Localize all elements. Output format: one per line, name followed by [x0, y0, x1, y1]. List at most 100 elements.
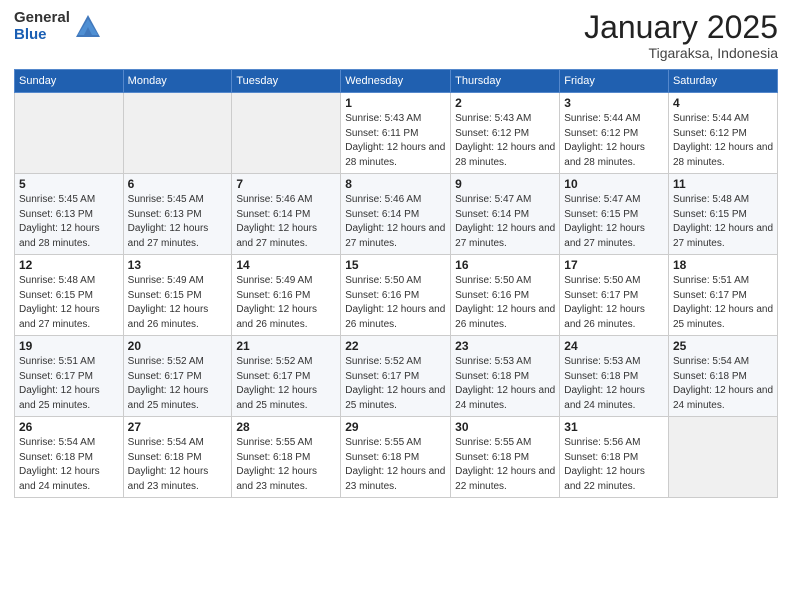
logo: General Blue — [14, 10, 102, 43]
day-info: Sunrise: 5:46 AM Sunset: 6:14 PM Dayligh… — [345, 193, 446, 251]
day-number: 4 — [673, 96, 773, 110]
day-info: Sunrise: 5:53 AM Sunset: 6:18 PM Dayligh… — [455, 355, 555, 413]
day-number: 13 — [128, 258, 228, 272]
day-number: 12 — [19, 258, 119, 272]
calendar-cell — [123, 93, 232, 174]
day-info: Sunrise: 5:55 AM Sunset: 6:18 PM Dayligh… — [345, 436, 446, 494]
calendar-cell: 28Sunrise: 5:55 AM Sunset: 6:18 PM Dayli… — [232, 417, 341, 498]
calendar-cell: 24 Sunrise: 5:53 AM Sunset: 6:18 PM Dayli… — [560, 336, 669, 417]
day-number: 8 — [345, 177, 446, 191]
calendar-cell: 7 Sunrise: 5:46 AM Sunset: 6:14 PM Daylig… — [232, 174, 341, 255]
day-number: 29 — [345, 420, 446, 434]
day-info: Sunrise: 5:48 AM Sunset: 6:15 PM Dayligh… — [673, 193, 773, 251]
calendar-cell: 15 Sunrise: 5:50 AM Sunset: 6:16 PM Dayli… — [341, 255, 451, 336]
day-info: Sunrise: 5:44 AM Sunset: 6:12 PM Dayligh… — [564, 112, 664, 170]
calendar-cell: 12Sunrise: 5:48 AM Sunset: 6:15 PM Dayli… — [15, 255, 124, 336]
day-number: 30 — [455, 420, 555, 434]
calendar-cell: 2 Sunrise: 5:43 AM Sunset: 6:12 PM Daylig… — [451, 93, 560, 174]
day-info: Sunrise: 5:50 AM Sunset: 6:16 PM Dayligh… — [455, 274, 555, 332]
weekday-header-row: SundayMondayTuesdayWednesdayThursdayFrid… — [15, 70, 778, 93]
day-number: 6 — [128, 177, 228, 191]
calendar-cell: 5 Sunrise: 5:45 AM Sunset: 6:13 PM Daylig… — [15, 174, 124, 255]
day-number: 15 — [345, 258, 446, 272]
weekday-header-thursday: Thursday — [451, 70, 560, 93]
weekday-header-saturday: Saturday — [668, 70, 777, 93]
day-info: Sunrise: 5:43 AM Sunset: 6:11 PM Dayligh… — [345, 112, 446, 170]
day-number: 31 — [564, 420, 664, 434]
title-block: January 2025 Tigaraksa, Indonesia — [584, 10, 778, 61]
calendar-cell: 1Sunrise: 5:43 AM Sunset: 6:11 PM Daylig… — [341, 93, 451, 174]
calendar-cell: 18 Sunrise: 5:51 AM Sunset: 6:17 PM Dayli… — [668, 255, 777, 336]
day-number: 19 — [19, 339, 119, 353]
day-number: 16 — [455, 258, 555, 272]
day-info: Sunrise: 5:44 AM Sunset: 6:12 PM Dayligh… — [673, 112, 773, 170]
calendar-cell: 22Sunrise: 5:52 AM Sunset: 6:17 PM Dayli… — [341, 336, 451, 417]
day-info: Sunrise: 5:47 AM Sunset: 6:14 PM Dayligh… — [455, 193, 555, 251]
day-number: 18 — [673, 258, 773, 272]
day-info: Sunrise: 5:45 AM Sunset: 6:13 PM Dayligh… — [19, 193, 119, 251]
day-info: Sunrise: 5:51 AM Sunset: 6:17 PM Dayligh… — [19, 355, 119, 413]
calendar-week-row: 5 Sunrise: 5:45 AM Sunset: 6:13 PM Daylig… — [15, 174, 778, 255]
day-number: 25 — [673, 339, 773, 353]
day-number: 3 — [564, 96, 664, 110]
calendar-cell: 6 Sunrise: 5:45 AM Sunset: 6:13 PM Daylig… — [123, 174, 232, 255]
calendar-cell — [15, 93, 124, 174]
day-number: 21 — [236, 339, 336, 353]
day-info: Sunrise: 5:55 AM Sunset: 6:18 PM Dayligh… — [455, 436, 555, 494]
day-number: 7 — [236, 177, 336, 191]
day-info: Sunrise: 5:53 AM Sunset: 6:18 PM Dayligh… — [564, 355, 664, 413]
calendar-week-row: 12Sunrise: 5:48 AM Sunset: 6:15 PM Dayli… — [15, 255, 778, 336]
calendar-cell: 3 Sunrise: 5:44 AM Sunset: 6:12 PM Daylig… — [560, 93, 669, 174]
day-info: Sunrise: 5:45 AM Sunset: 6:13 PM Dayligh… — [128, 193, 228, 251]
calendar-cell: 10 Sunrise: 5:47 AM Sunset: 6:15 PM Dayli… — [560, 174, 669, 255]
day-info: Sunrise: 5:54 AM Sunset: 6:18 PM Dayligh… — [19, 436, 119, 494]
day-info: Sunrise: 5:50 AM Sunset: 6:16 PM Dayligh… — [345, 274, 446, 332]
day-info: Sunrise: 5:47 AM Sunset: 6:15 PM Dayligh… — [564, 193, 664, 251]
day-info: Sunrise: 5:49 AM Sunset: 6:15 PM Dayligh… — [128, 274, 228, 332]
day-info: Sunrise: 5:55 AM Sunset: 6:18 PM Dayligh… — [236, 436, 336, 494]
calendar-cell: 17 Sunrise: 5:50 AM Sunset: 6:17 PM Dayli… — [560, 255, 669, 336]
weekday-header-friday: Friday — [560, 70, 669, 93]
day-number: 2 — [455, 96, 555, 110]
calendar-cell: 8 Sunrise: 5:46 AM Sunset: 6:14 PM Daylig… — [341, 174, 451, 255]
logo-icon — [74, 13, 102, 41]
calendar-cell — [232, 93, 341, 174]
day-number: 10 — [564, 177, 664, 191]
day-number: 20 — [128, 339, 228, 353]
calendar-cell: 11Sunrise: 5:48 AM Sunset: 6:15 PM Dayli… — [668, 174, 777, 255]
calendar-cell: 31Sunrise: 5:56 AM Sunset: 6:18 PM Dayli… — [560, 417, 669, 498]
page: General Blue January 2025 Tigaraksa, Ind… — [0, 0, 792, 612]
day-info: Sunrise: 5:52 AM Sunset: 6:17 PM Dayligh… — [345, 355, 446, 413]
calendar-cell: 30 Sunrise: 5:55 AM Sunset: 6:18 PM Dayli… — [451, 417, 560, 498]
calendar-cell: 19 Sunrise: 5:51 AM Sunset: 6:17 PM Dayli… — [15, 336, 124, 417]
logo-text: General Blue — [14, 10, 70, 43]
day-info: Sunrise: 5:54 AM Sunset: 6:18 PM Dayligh… — [128, 436, 228, 494]
calendar-cell: 16 Sunrise: 5:50 AM Sunset: 6:16 PM Dayli… — [451, 255, 560, 336]
calendar-cell — [668, 417, 777, 498]
day-info: Sunrise: 5:54 AM Sunset: 6:18 PM Dayligh… — [673, 355, 773, 413]
day-number: 26 — [19, 420, 119, 434]
weekday-header-wednesday: Wednesday — [341, 70, 451, 93]
header: General Blue January 2025 Tigaraksa, Ind… — [14, 10, 778, 61]
day-number: 5 — [19, 177, 119, 191]
location: Tigaraksa, Indonesia — [584, 45, 778, 61]
calendar-cell: 29 Sunrise: 5:55 AM Sunset: 6:18 PM Dayli… — [341, 417, 451, 498]
day-info: Sunrise: 5:51 AM Sunset: 6:17 PM Dayligh… — [673, 274, 773, 332]
day-info: Sunrise: 5:50 AM Sunset: 6:17 PM Dayligh… — [564, 274, 664, 332]
logo-general: General — [14, 10, 70, 27]
calendar-cell: 13 Sunrise: 5:49 AM Sunset: 6:15 PM Dayli… — [123, 255, 232, 336]
day-number: 24 — [564, 339, 664, 353]
day-info: Sunrise: 5:46 AM Sunset: 6:14 PM Dayligh… — [236, 193, 336, 251]
calendar-cell: 25 Sunrise: 5:54 AM Sunset: 6:18 PM Dayli… — [668, 336, 777, 417]
calendar-cell: 27Sunrise: 5:54 AM Sunset: 6:18 PM Dayli… — [123, 417, 232, 498]
day-info: Sunrise: 5:43 AM Sunset: 6:12 PM Dayligh… — [455, 112, 555, 170]
day-number: 14 — [236, 258, 336, 272]
weekday-header-sunday: Sunday — [15, 70, 124, 93]
weekday-header-monday: Monday — [123, 70, 232, 93]
day-number: 9 — [455, 177, 555, 191]
calendar-cell: 4 Sunrise: 5:44 AM Sunset: 6:12 PM Daylig… — [668, 93, 777, 174]
calendar-cell: 23Sunrise: 5:53 AM Sunset: 6:18 PM Dayli… — [451, 336, 560, 417]
day-number: 17 — [564, 258, 664, 272]
calendar-cell: 14Sunrise: 5:49 AM Sunset: 6:16 PM Dayli… — [232, 255, 341, 336]
calendar-week-row: 1Sunrise: 5:43 AM Sunset: 6:11 PM Daylig… — [15, 93, 778, 174]
